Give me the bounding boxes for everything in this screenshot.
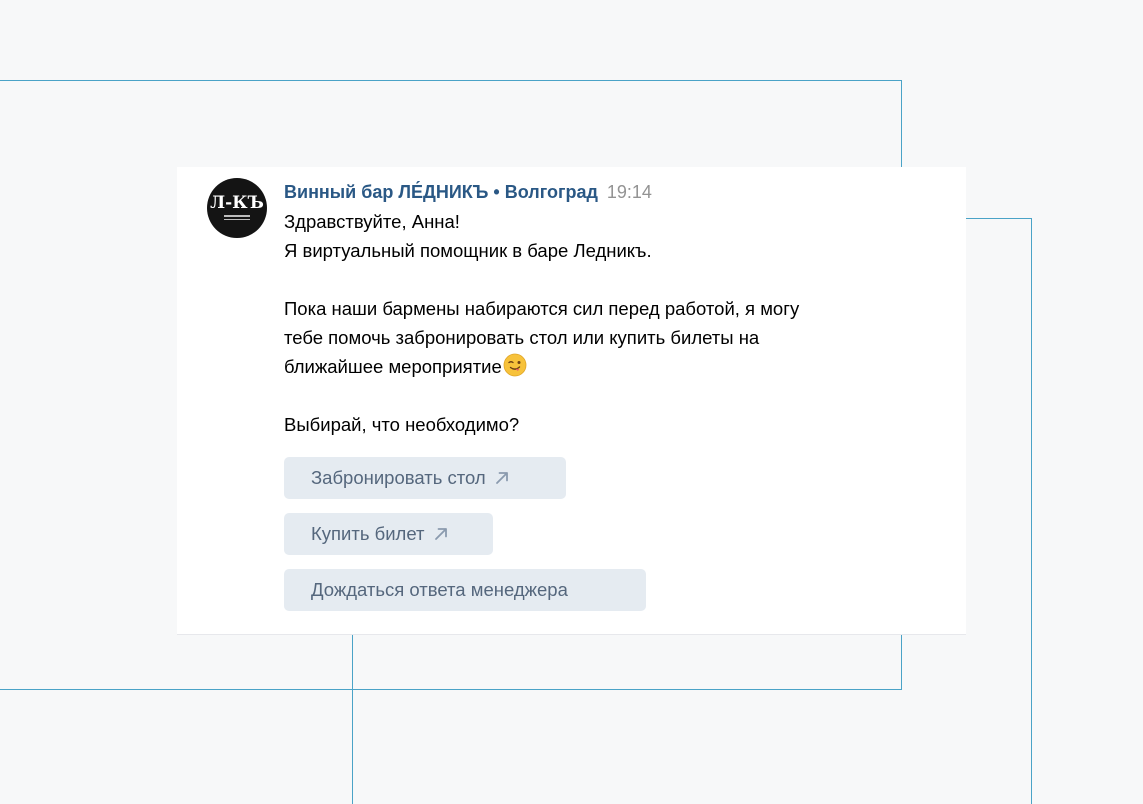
book-table-button-label: Забронировать стол <box>311 467 486 488</box>
message-header: Винный бар ЛЕ́ДНИКЪ • Волгоград 19:14 <box>284 180 944 204</box>
buy-ticket-button[interactable]: Купить билет <box>284 513 493 555</box>
avatar[interactable]: Л-КЪ <box>207 178 267 238</box>
message-card: Л-КЪ Винный бар ЛЕ́ДНИКЪ • Волгоград 19:1… <box>177 167 966 634</box>
avatar-logo-subtitle <box>224 215 250 222</box>
guide-line <box>960 218 1032 219</box>
sender-name[interactable]: Винный бар ЛЕ́ДНИКЪ • Волгоград <box>284 182 598 202</box>
guide-line <box>0 80 902 81</box>
guide-line <box>0 689 902 690</box>
external-link-arrow-icon <box>434 528 447 540</box>
avatar-logo-mark: Л-КЪ <box>210 193 264 213</box>
message-text: Здравствуйте, Анна! Я виртуальный помощн… <box>284 207 944 439</box>
wait-manager-button[interactable]: Дождаться ответа менеджера <box>284 569 646 611</box>
message-line: Я виртуальный помощник в баре Ледникъ. <box>284 240 652 261</box>
message-time[interactable]: 19:14 <box>607 182 652 202</box>
message-line-text: ближайшее мероприятие <box>284 356 502 377</box>
wait-manager-button-label: Дождаться ответа менеджера <box>311 579 568 600</box>
guide-line <box>1031 218 1032 804</box>
winking-face-with-tongue-icon <box>503 353 527 377</box>
buy-ticket-button-label: Купить билет <box>311 523 425 544</box>
message-line: Здравствуйте, Анна! <box>284 211 460 232</box>
guide-line <box>352 620 353 804</box>
message-line: Пока наши бармены набираются сил перед р… <box>284 298 800 319</box>
book-table-button[interactable]: Забронировать стол <box>284 457 566 499</box>
external-link-arrow-icon <box>495 472 508 484</box>
message-line: ближайшее мероприятие <box>284 352 944 381</box>
message-line: тебе помочь забронировать стол или купит… <box>284 327 760 348</box>
message: Винный бар ЛЕ́ДНИКЪ • Волгоград 19:14 Здр… <box>284 180 944 439</box>
message-line: Выбирай, что необходимо? <box>284 414 520 435</box>
